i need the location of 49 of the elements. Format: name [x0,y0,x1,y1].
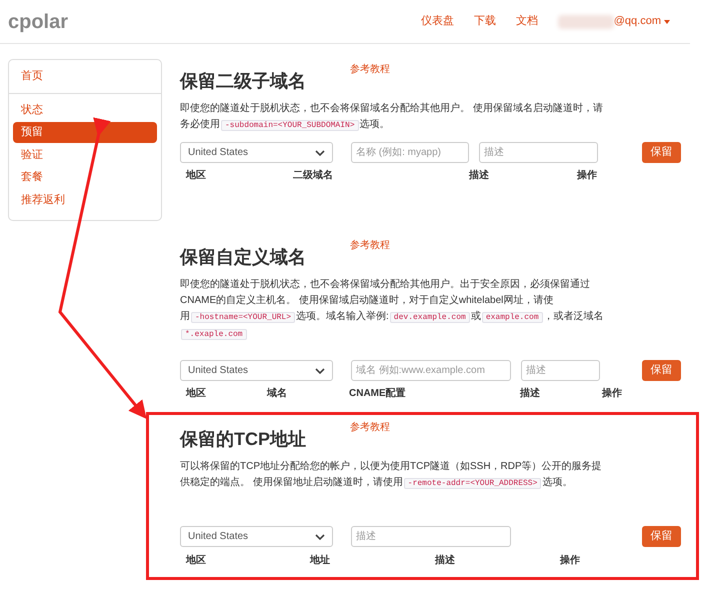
column-header: 操作 [602,388,622,399]
name-field[interactable]: 名称 (例如: myapp) [351,142,469,163]
region-select[interactable]: United States [180,142,333,163]
sidebar-item[interactable]: 推荐返利 [13,190,157,210]
tutorial-link[interactable]: 参考教程 [350,238,390,253]
nav-link[interactable]: 仪表盘 [420,13,454,30]
section-description: 即使您的隧道处于脱机状态，也不会将保留域名分配给其他用户。 使用保留域名启动隧道时，请务必使用 -subdomain=<YOUR_SUBDOMAIN> 选项。 [180,102,604,133]
account-menu[interactable]: @qq.com [614,13,670,30]
sidebar-item[interactable]: 状态 [13,100,157,120]
column-header: 地区 [186,388,206,399]
reserve-button[interactable]: 保留 [642,142,681,163]
column-header: CNAME配置 [349,388,406,399]
column-header: 操作 [577,170,597,181]
region-select[interactable]: United States [180,360,333,381]
sidebar-item[interactable]: 预留 [13,122,157,142]
tutorial-link[interactable]: 参考教程 [350,62,390,77]
blurred-email [558,14,614,28]
description-field[interactable]: 描述 [479,142,598,163]
section-title: 保留自定义域名 [180,246,307,269]
chevron-down-icon [315,368,325,374]
section-description: 可以将保留的TCP地址分配给您的帐户，以便为使用TCP隧道（如SSH，RDP等）公开的服务提供稳定的端点。 使用保留地址启动隧道时，请使用 -remote-addr=<YOUR_ADDRESS> 选项。 [180,460,603,491]
section-title: 保留的TCP地址 [180,428,307,451]
column-header: 描述 [435,555,455,566]
chevron-down-icon [315,534,325,540]
column-header: 描述 [520,388,540,399]
column-header: 地区 [186,555,206,566]
region-select[interactable]: United States [180,526,333,547]
nav-link[interactable]: 文档 [516,13,538,30]
description-field[interactable]: 描述 [521,360,600,381]
column-header: 操作 [560,555,580,566]
sidebar-item[interactable]: 首页 [13,66,157,86]
section-description: 即使您的隧道处于脱机状态，也不会将保留域分配给其他用户。出于安全原因，必须保留通过CNAME的自定义主机名。 使用保留域启动隧道时，对于自定义whitelabel网址，请使用 -hostname=<YOUR_URL> 选项。域名输入举例: dev.example.com 或 example.com ，或者泛域名 *.exaple.com [180,278,605,342]
column-header: 二级域名 [293,170,333,181]
column-header: 地址 [310,555,330,566]
caret-icon [664,20,670,24]
sidebar-item[interactable]: 套餐 [13,167,157,188]
description-field[interactable]: 描述 [351,526,511,547]
reserve-button[interactable]: 保留 [642,360,681,381]
reserve-button[interactable]: 保留 [642,526,681,547]
column-header: 域名 [267,388,287,399]
tutorial-link[interactable]: 参考教程 [350,420,390,435]
sidebar-item[interactable]: 验证 [13,144,157,165]
chevron-down-icon [315,150,325,156]
column-header: 地区 [186,170,206,181]
nav-link[interactable]: 下载 [474,13,496,30]
name-field[interactable]: 域名 例如:www.example.com [351,360,511,381]
section-title: 保留二级子域名 [180,70,307,93]
column-header: 描述 [469,170,489,181]
logo[interactable]: cpolar [8,6,68,36]
